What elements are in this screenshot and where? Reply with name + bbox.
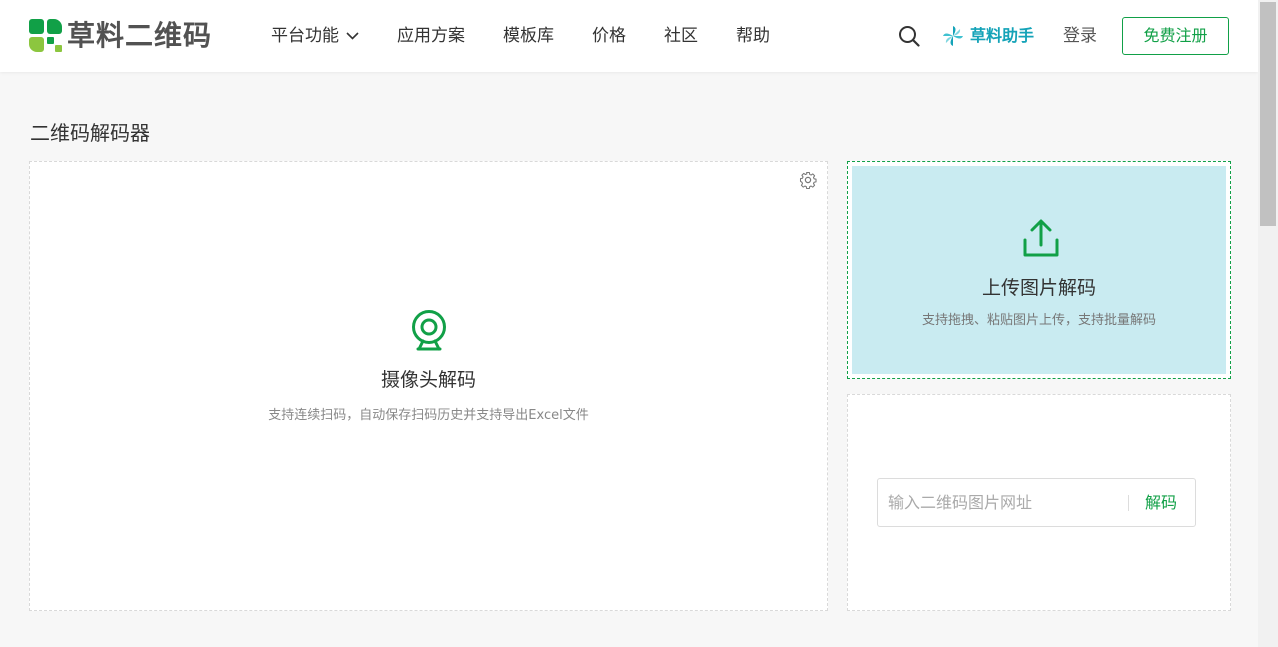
nav-item-pricing[interactable]: 价格 [592, 24, 626, 48]
search-icon[interactable] [898, 25, 920, 47]
upload-dropzone[interactable]: 上传图片解码 支持拖拽、粘贴图片上传，支持批量解码 [852, 166, 1226, 374]
url-input[interactable] [878, 479, 1128, 526]
header: 草料二维码 平台功能 应用方案 模板库 价格 社区 帮助 草料助手 登录 免费注… [0, 0, 1258, 72]
upload-description: 支持拖拽、粘贴图片上传，支持批量解码 [921, 313, 1156, 328]
nav-item-help[interactable]: 帮助 [736, 24, 770, 48]
page: 草料二维码 平台功能 应用方案 模板库 价格 社区 帮助 草料助手 登录 免费注… [0, 0, 1278, 647]
upload-title: 上传图片解码 [981, 277, 1096, 299]
camera-decode-panel[interactable]: 摄像头解码 支持连续扫码，自动保存扫码历史并支持导出Excel文件 [29, 161, 828, 611]
scrollbar-thumb[interactable] [1260, 2, 1276, 226]
nav-item-platform[interactable]: 平台功能 [271, 24, 359, 48]
logo-text: 草料二维码 [67, 19, 213, 52]
logo[interactable]: 草料二维码 [29, 19, 212, 52]
gear-icon[interactable] [799, 171, 817, 189]
chevron-down-icon [346, 32, 359, 40]
camera-content: 摄像头解码 支持连续扫码，自动保存扫码历史并支持导出Excel文件 [30, 308, 827, 425]
login-link[interactable]: 登录 [1063, 24, 1097, 48]
page-title: 二维码解码器 [30, 121, 150, 145]
url-decode-panel: 解码 [847, 394, 1231, 611]
camera-description: 支持连续扫码，自动保存扫码历史并支持导出Excel文件 [268, 408, 589, 423]
nav-item-templates[interactable]: 模板库 [503, 24, 554, 48]
webcam-icon [411, 310, 446, 351]
main-nav: 平台功能 应用方案 模板库 价格 社区 帮助 [271, 24, 808, 48]
nav-item-solutions[interactable]: 应用方案 [397, 24, 465, 48]
decode-button[interactable]: 解码 [1145, 491, 1177, 515]
camera-title: 摄像头解码 [380, 369, 476, 391]
assistant-link[interactable]: 草料助手 [942, 24, 1034, 48]
nav-item-community[interactable]: 社区 [664, 24, 698, 48]
scrollbar[interactable] [1258, 0, 1278, 647]
assistant-pinwheel-icon [943, 26, 963, 46]
upload-icon [1023, 219, 1059, 257]
divider [1128, 494, 1129, 511]
assistant-label: 草料助手 [970, 26, 1035, 45]
upload-panel: 上传图片解码 支持拖拽、粘贴图片上传，支持批量解码 [847, 161, 1231, 379]
url-input-group: 解码 [877, 478, 1196, 527]
logo-icon [29, 19, 62, 52]
signup-button[interactable]: 免费注册 [1122, 17, 1229, 55]
